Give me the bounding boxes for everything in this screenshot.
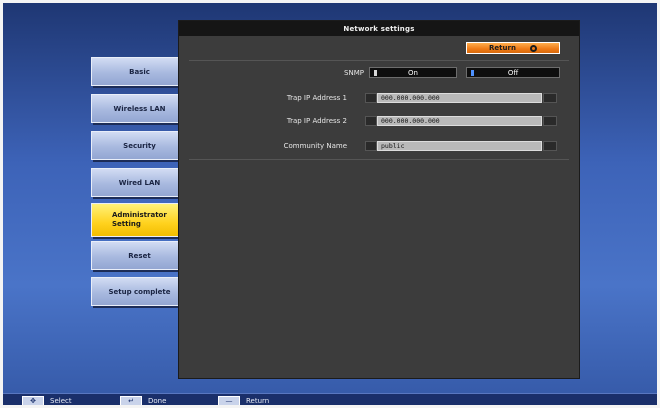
hint-return: — Return — [218, 396, 269, 406]
sidebar-item-label: Security — [123, 141, 156, 150]
sidebar-item-label: Basic — [129, 67, 150, 76]
esc-icon: — — [218, 396, 240, 406]
field-cap — [365, 116, 377, 126]
field-cap — [365, 141, 377, 151]
trap-ip-2-field[interactable]: 000.000.000.000 — [377, 116, 542, 126]
hint-done: ↵ Done — [120, 396, 166, 406]
community-name-field[interactable]: public — [377, 141, 542, 151]
sidebar-item-label: Reset — [128, 251, 151, 260]
divider — [189, 159, 569, 160]
field-end — [543, 116, 557, 126]
return-button[interactable]: Return — [466, 42, 560, 54]
enter-icon: ↵ — [120, 396, 142, 406]
sidebar-item-wireless-lan[interactable]: Wireless LAN — [91, 94, 188, 123]
snmp-on-toggle[interactable]: On — [369, 67, 457, 78]
return-button-label: Return — [489, 44, 516, 52]
trap-ip-1-label: Trap IP Address 1 — [286, 94, 347, 102]
sidebar-item-security[interactable]: Security — [91, 131, 188, 160]
dpad-icon: ✥ — [22, 396, 44, 406]
sidebar-item-label: Administrator Setting — [112, 211, 167, 228]
toggle-indicator-icon — [471, 70, 474, 76]
panel-title: Network settings — [179, 21, 579, 36]
sidebar-item-setup-complete[interactable]: Setup complete — [91, 277, 188, 306]
sidebar-item-label: Setup complete — [108, 287, 171, 296]
sidebar-item-label: Wired LAN — [118, 178, 161, 187]
sidebar-item-reset[interactable]: Reset — [91, 241, 188, 270]
hint-label: Done — [148, 397, 167, 405]
field-cap — [365, 93, 377, 103]
snmp-on-label: On — [408, 68, 418, 77]
sidebar-item-wired-lan[interactable]: Wired LAN — [91, 168, 188, 197]
hint-label: Select — [50, 397, 72, 405]
return-icon — [529, 44, 537, 52]
snmp-off-label: Off — [507, 68, 519, 77]
sidebar-item-basic[interactable]: Basic — [91, 57, 188, 86]
field-end — [543, 141, 557, 151]
sidebar-item-label: Wireless LAN — [113, 104, 166, 113]
hint-bar: ✥ Select ↵ Done — Return — [0, 393, 660, 408]
trap-ip-1-field[interactable]: 000.000.000.000 — [377, 93, 542, 103]
toggle-indicator-icon — [374, 70, 377, 76]
snmp-off-toggle[interactable]: Off — [466, 67, 560, 78]
hint-label: Return — [246, 397, 270, 405]
community-name-label: Community Name — [283, 142, 347, 150]
hint-select: ✥ Select — [22, 396, 72, 406]
settings-panel: Network settings Return SNMP On Off Trap… — [178, 20, 580, 379]
snmp-label: SNMP — [344, 69, 364, 77]
divider — [189, 60, 569, 61]
field-end — [543, 93, 557, 103]
trap-ip-2-label: Trap IP Address 2 — [286, 117, 347, 125]
sidebar-item-administrator-setting[interactable]: Administrator Setting — [91, 203, 188, 237]
